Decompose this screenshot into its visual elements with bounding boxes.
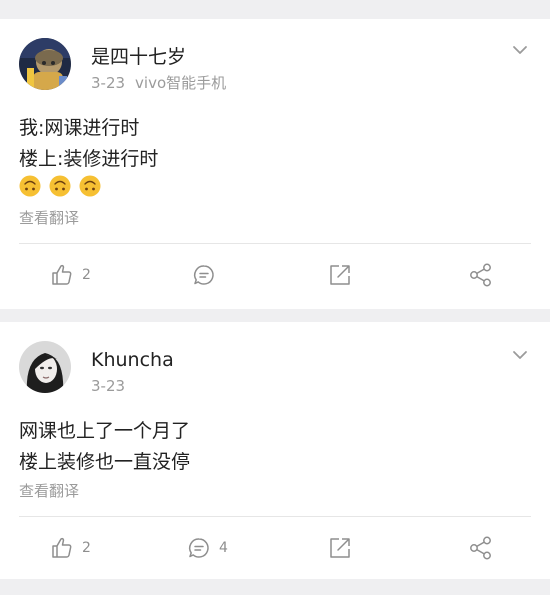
share-out-icon (330, 538, 350, 558)
post-meta: 3-23 (91, 377, 125, 395)
post-text-line: 我:网课进行时 (19, 117, 140, 139)
repost-button[interactable] (328, 262, 352, 288)
post-text-line: 网课也上了一个月了 (19, 420, 191, 442)
username[interactable]: 是四十七岁 (91, 42, 186, 69)
portrait-avatar-image (19, 341, 71, 393)
avatar[interactable] (19, 38, 71, 90)
comment-feed: 是四十七岁 3-23 vivo智能手机 我:网课进行时 楼上:装修进行时 查看翻… (0, 0, 550, 595)
emoji-row (19, 175, 109, 199)
avatar[interactable] (19, 341, 71, 393)
post-date: 3-23 (91, 74, 126, 92)
comment-card: Khuncha 3-23 网课也上了一个月了 楼上装修也一直没停 查看翻译 2 … (0, 322, 550, 579)
like-button[interactable]: 2 (50, 535, 91, 561)
comment-count: 4 (219, 540, 228, 556)
like-count: 2 (82, 540, 91, 556)
thumbs-up-icon (52, 264, 72, 285)
share-nodes-icon (470, 263, 491, 287)
view-translation-link[interactable]: 查看翻译 (19, 207, 79, 228)
like-count: 2 (82, 267, 91, 283)
chevron-down-icon[interactable] (512, 45, 528, 55)
comment-card: 是四十七岁 3-23 vivo智能手机 我:网课进行时 楼上:装修进行时 查看翻… (0, 19, 550, 309)
comment-button[interactable]: 4 (187, 535, 228, 561)
upside-down-face-icon (19, 175, 41, 197)
share-out-icon (330, 265, 350, 285)
username[interactable]: Khuncha (91, 349, 174, 371)
post-source: vivo智能手机 (135, 74, 227, 92)
view-translation-link[interactable]: 查看翻译 (19, 480, 79, 501)
divider (19, 516, 531, 517)
chevron-down-icon[interactable] (512, 350, 528, 360)
comment-button[interactable] (192, 262, 224, 288)
repost-button[interactable] (328, 535, 352, 561)
thumbs-up-icon (52, 537, 72, 558)
post-meta: 3-23 vivo智能手机 (91, 72, 226, 93)
divider (19, 243, 531, 244)
share-button[interactable] (468, 535, 494, 561)
post-text-line: 楼上装修也一直没停 (19, 451, 191, 473)
comment-icon (194, 265, 214, 285)
upside-down-face-icon (79, 175, 101, 197)
post-date: 3-23 (91, 377, 126, 395)
upside-down-face-icon (49, 175, 71, 197)
like-button[interactable]: 2 (50, 262, 91, 288)
share-nodes-icon (470, 536, 491, 560)
share-button[interactable] (468, 262, 494, 288)
post-text-line: 楼上:装修进行时 (19, 148, 159, 170)
comment-icon (189, 538, 209, 558)
cartoon-avatar-image (19, 38, 71, 90)
